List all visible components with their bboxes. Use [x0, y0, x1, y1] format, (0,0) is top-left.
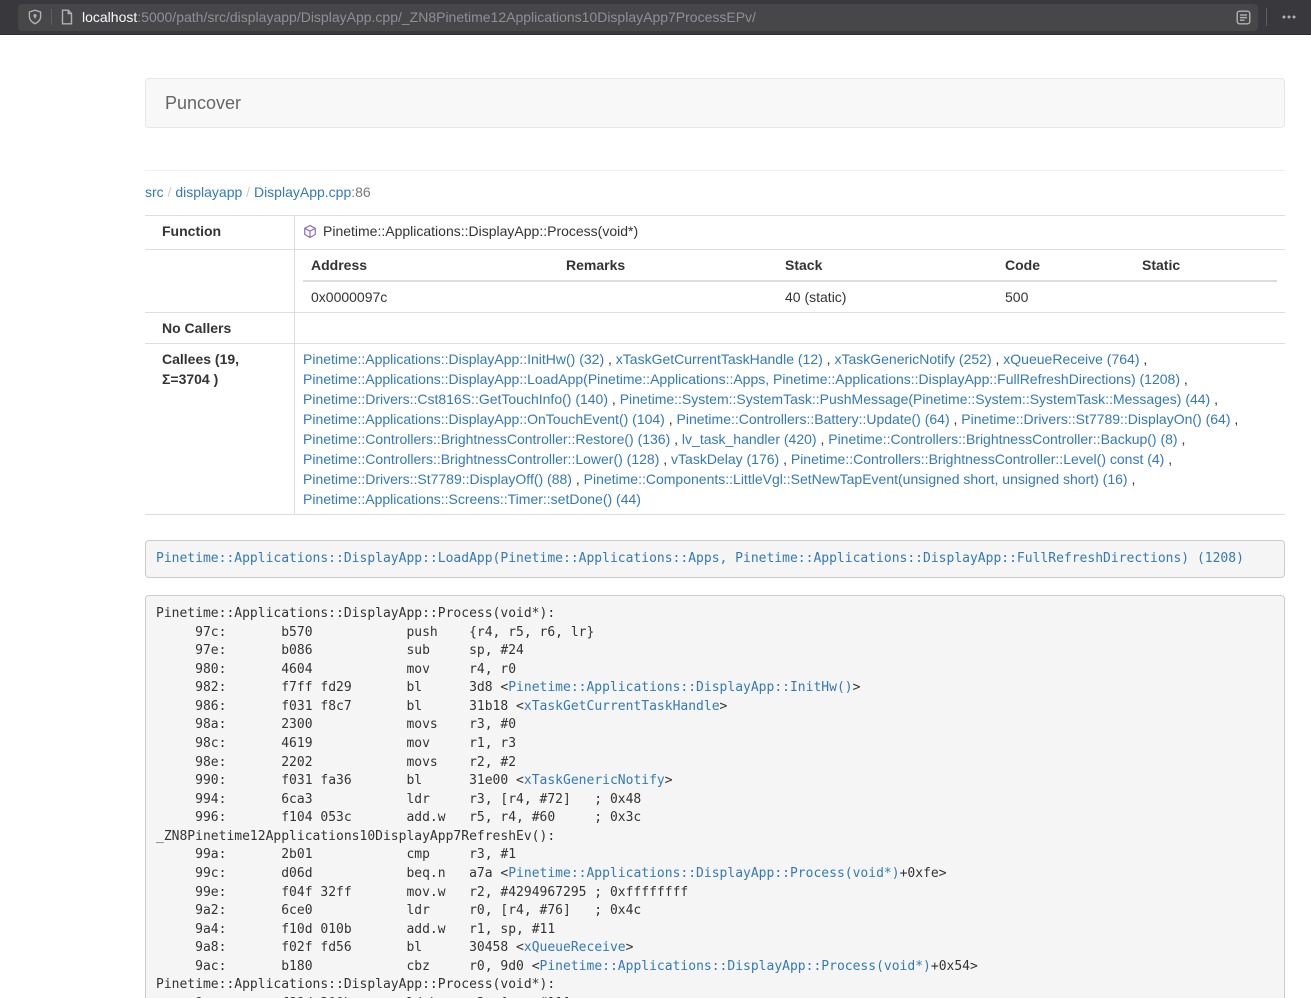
code-value: 500 — [997, 281, 1134, 312]
callee-link[interactable]: Pinetime::Drivers::St7789::DisplayOn() (… — [961, 411, 1230, 427]
callee-separator: , — [823, 351, 835, 367]
page-actions-menu-icon[interactable] — [1275, 7, 1303, 27]
function-label: Function — [145, 216, 295, 249]
screen: localhost:5000/path/src/displayapp/Displ… — [0, 0, 1311, 998]
function-name-cell: Pinetime::Applications::DisplayApp::Proc… — [295, 216, 1285, 249]
col-code: Code — [997, 250, 1134, 281]
breadcrumb-separator: / — [242, 184, 254, 200]
callee-link[interactable]: Pinetime::Controllers::BrightnessControl… — [828, 431, 1177, 447]
callee-link[interactable]: Pinetime::Applications::DisplayApp::OnTo… — [303, 411, 665, 427]
breadcrumb-link[interactable]: displayapp — [175, 184, 242, 200]
callee-separator: , — [1210, 391, 1218, 407]
breadcrumb-link[interactable]: DisplayApp.cpp — [254, 184, 351, 200]
function-table: Function Pinetime::Applications::Display… — [145, 215, 1285, 515]
callee-separator: , — [665, 411, 677, 427]
selected-callee-link[interactable]: Pinetime::Applications::DisplayApp::Load… — [156, 551, 1244, 566]
callee-link[interactable]: lv_task_handler (420) — [682, 431, 817, 447]
callees-label: Callees (19, Σ=3704 ) — [145, 344, 295, 514]
remarks-value — [558, 281, 777, 312]
callee-separator: , — [1231, 411, 1239, 427]
callee-link[interactable]: vTaskDelay (176) — [671, 451, 779, 467]
selected-callee-box: Pinetime::Applications::DisplayApp::Load… — [145, 540, 1285, 579]
stack-value: 40 (static) — [777, 281, 997, 312]
assembly-symbol-link[interactable]: xTaskGetCurrentTaskHandle — [524, 699, 720, 714]
callee-link[interactable]: Pinetime::System::SystemTask::PushMessag… — [620, 391, 1211, 407]
col-address: Address — [303, 250, 558, 281]
breadcrumb: src / displayapp / DisplayApp.cpp:86 — [145, 182, 1285, 202]
callee-link[interactable]: Pinetime::Drivers::St7789::DisplayOff() … — [303, 471, 572, 487]
function-name: Pinetime::Applications::DisplayApp::Proc… — [323, 221, 638, 241]
callee-separator: , — [1164, 451, 1172, 467]
assembly-symbol-link[interactable]: Pinetime::Applications::DisplayApp::Init… — [508, 680, 852, 695]
assembly-listing: Pinetime::Applications::DisplayApp::Proc… — [145, 595, 1285, 998]
callee-separator: , — [817, 431, 829, 447]
app-navbar: Puncover — [145, 78, 1285, 128]
callee-separator: , — [659, 451, 671, 467]
callee-link[interactable]: Pinetime::Applications::Screens::Timer::… — [303, 491, 641, 507]
url-bar-divider — [51, 9, 52, 25]
callee-link[interactable]: xTaskGetCurrentTaskHandle (12) — [616, 351, 823, 367]
breadcrumb-link[interactable]: src — [145, 184, 164, 200]
callee-link[interactable]: Pinetime::Controllers::BrightnessControl… — [791, 451, 1164, 467]
toolbar-divider — [1266, 8, 1267, 26]
no-callers-cell — [295, 313, 1285, 343]
col-remarks: Remarks — [558, 250, 777, 281]
callee-link[interactable]: Pinetime::Controllers::Battery::Update()… — [677, 411, 950, 427]
symbol-cube-icon — [303, 224, 317, 239]
shield-icon[interactable] — [27, 9, 43, 25]
divider — [145, 170, 1285, 171]
callee-separator: , — [1180, 371, 1188, 387]
metrics-cell: Address Remarks Stack Code Static 0x0000… — [295, 250, 1285, 312]
callee-separator: , — [604, 351, 616, 367]
breadcrumb-separator: / — [164, 184, 176, 200]
url-text[interactable]: localhost:5000/path/src/displayapp/Displ… — [82, 9, 1235, 25]
metrics-label-spacer — [145, 250, 295, 312]
browser-chrome: localhost:5000/path/src/displayapp/Displ… — [0, 0, 1311, 35]
callee-link[interactable]: Pinetime::Controllers::BrightnessControl… — [303, 431, 670, 447]
callee-link[interactable]: xQueueReceive (764) — [1003, 351, 1139, 367]
assembly-symbol-link[interactable]: Pinetime::Applications::DisplayApp::Proc… — [508, 866, 899, 881]
assembly-symbol-link[interactable]: xQueueReceive — [524, 940, 626, 955]
static-value — [1134, 281, 1277, 312]
callee-separator: , — [572, 471, 584, 487]
symbol-metrics-table: Address Remarks Stack Code Static 0x0000… — [303, 250, 1277, 312]
callee-separator: , — [608, 391, 620, 407]
metrics-header-row: Address Remarks Stack Code Static — [303, 250, 1277, 281]
callee-link[interactable]: Pinetime::Components::LittleVgl::SetNewT… — [584, 471, 1128, 487]
app-title[interactable]: Puncover — [165, 93, 241, 113]
col-static: Static — [1134, 250, 1277, 281]
function-row: Function Pinetime::Applications::Display… — [145, 215, 1285, 249]
callee-separator: , — [1128, 471, 1136, 487]
assembly-symbol-link[interactable]: xTaskGenericNotify — [524, 773, 665, 788]
breadcrumb-line-number: :86 — [351, 184, 370, 200]
callee-separator: , — [1139, 351, 1147, 367]
no-callers-row: No Callers — [145, 312, 1285, 343]
callee-separator: , — [950, 411, 962, 427]
callee-separator: , — [779, 451, 791, 467]
callees-list: Pinetime::Applications::DisplayApp::Init… — [295, 344, 1285, 514]
page-content: Puncover src / displayapp / DisplayApp.c… — [145, 78, 1285, 998]
callee-separator: , — [670, 431, 682, 447]
reader-mode-icon[interactable] — [1235, 9, 1252, 26]
callee-link[interactable]: xTaskGenericNotify (252) — [834, 351, 991, 367]
callee-separator: , — [1178, 431, 1186, 447]
callee-link[interactable]: Pinetime::Controllers::BrightnessControl… — [303, 451, 659, 467]
callee-link[interactable]: Pinetime::Drivers::Cst816S::GetTouchInfo… — [303, 391, 608, 407]
metrics-data-row: 0x0000097c 40 (static) 500 — [303, 281, 1277, 312]
callee-separator: , — [992, 351, 1004, 367]
callee-link[interactable]: Pinetime::Applications::DisplayApp::Init… — [303, 351, 604, 367]
page-icon — [60, 9, 74, 25]
no-callers-label: No Callers — [145, 313, 295, 343]
metrics-row: Address Remarks Stack Code Static 0x0000… — [145, 249, 1285, 312]
col-stack: Stack — [777, 250, 997, 281]
address-value: 0x0000097c — [303, 281, 558, 312]
url-path: :5000/path/src/displayapp/DisplayApp.cpp… — [137, 9, 756, 25]
callee-link[interactable]: Pinetime::Applications::DisplayApp::Load… — [303, 371, 1180, 387]
callees-row: Callees (19, Σ=3704 ) Pinetime::Applicat… — [145, 343, 1285, 514]
url-host: localhost — [82, 9, 137, 25]
url-bar[interactable]: localhost:5000/path/src/displayapp/Displ… — [18, 4, 1258, 31]
assembly-symbol-link[interactable]: Pinetime::Applications::DisplayApp::Proc… — [540, 959, 931, 974]
